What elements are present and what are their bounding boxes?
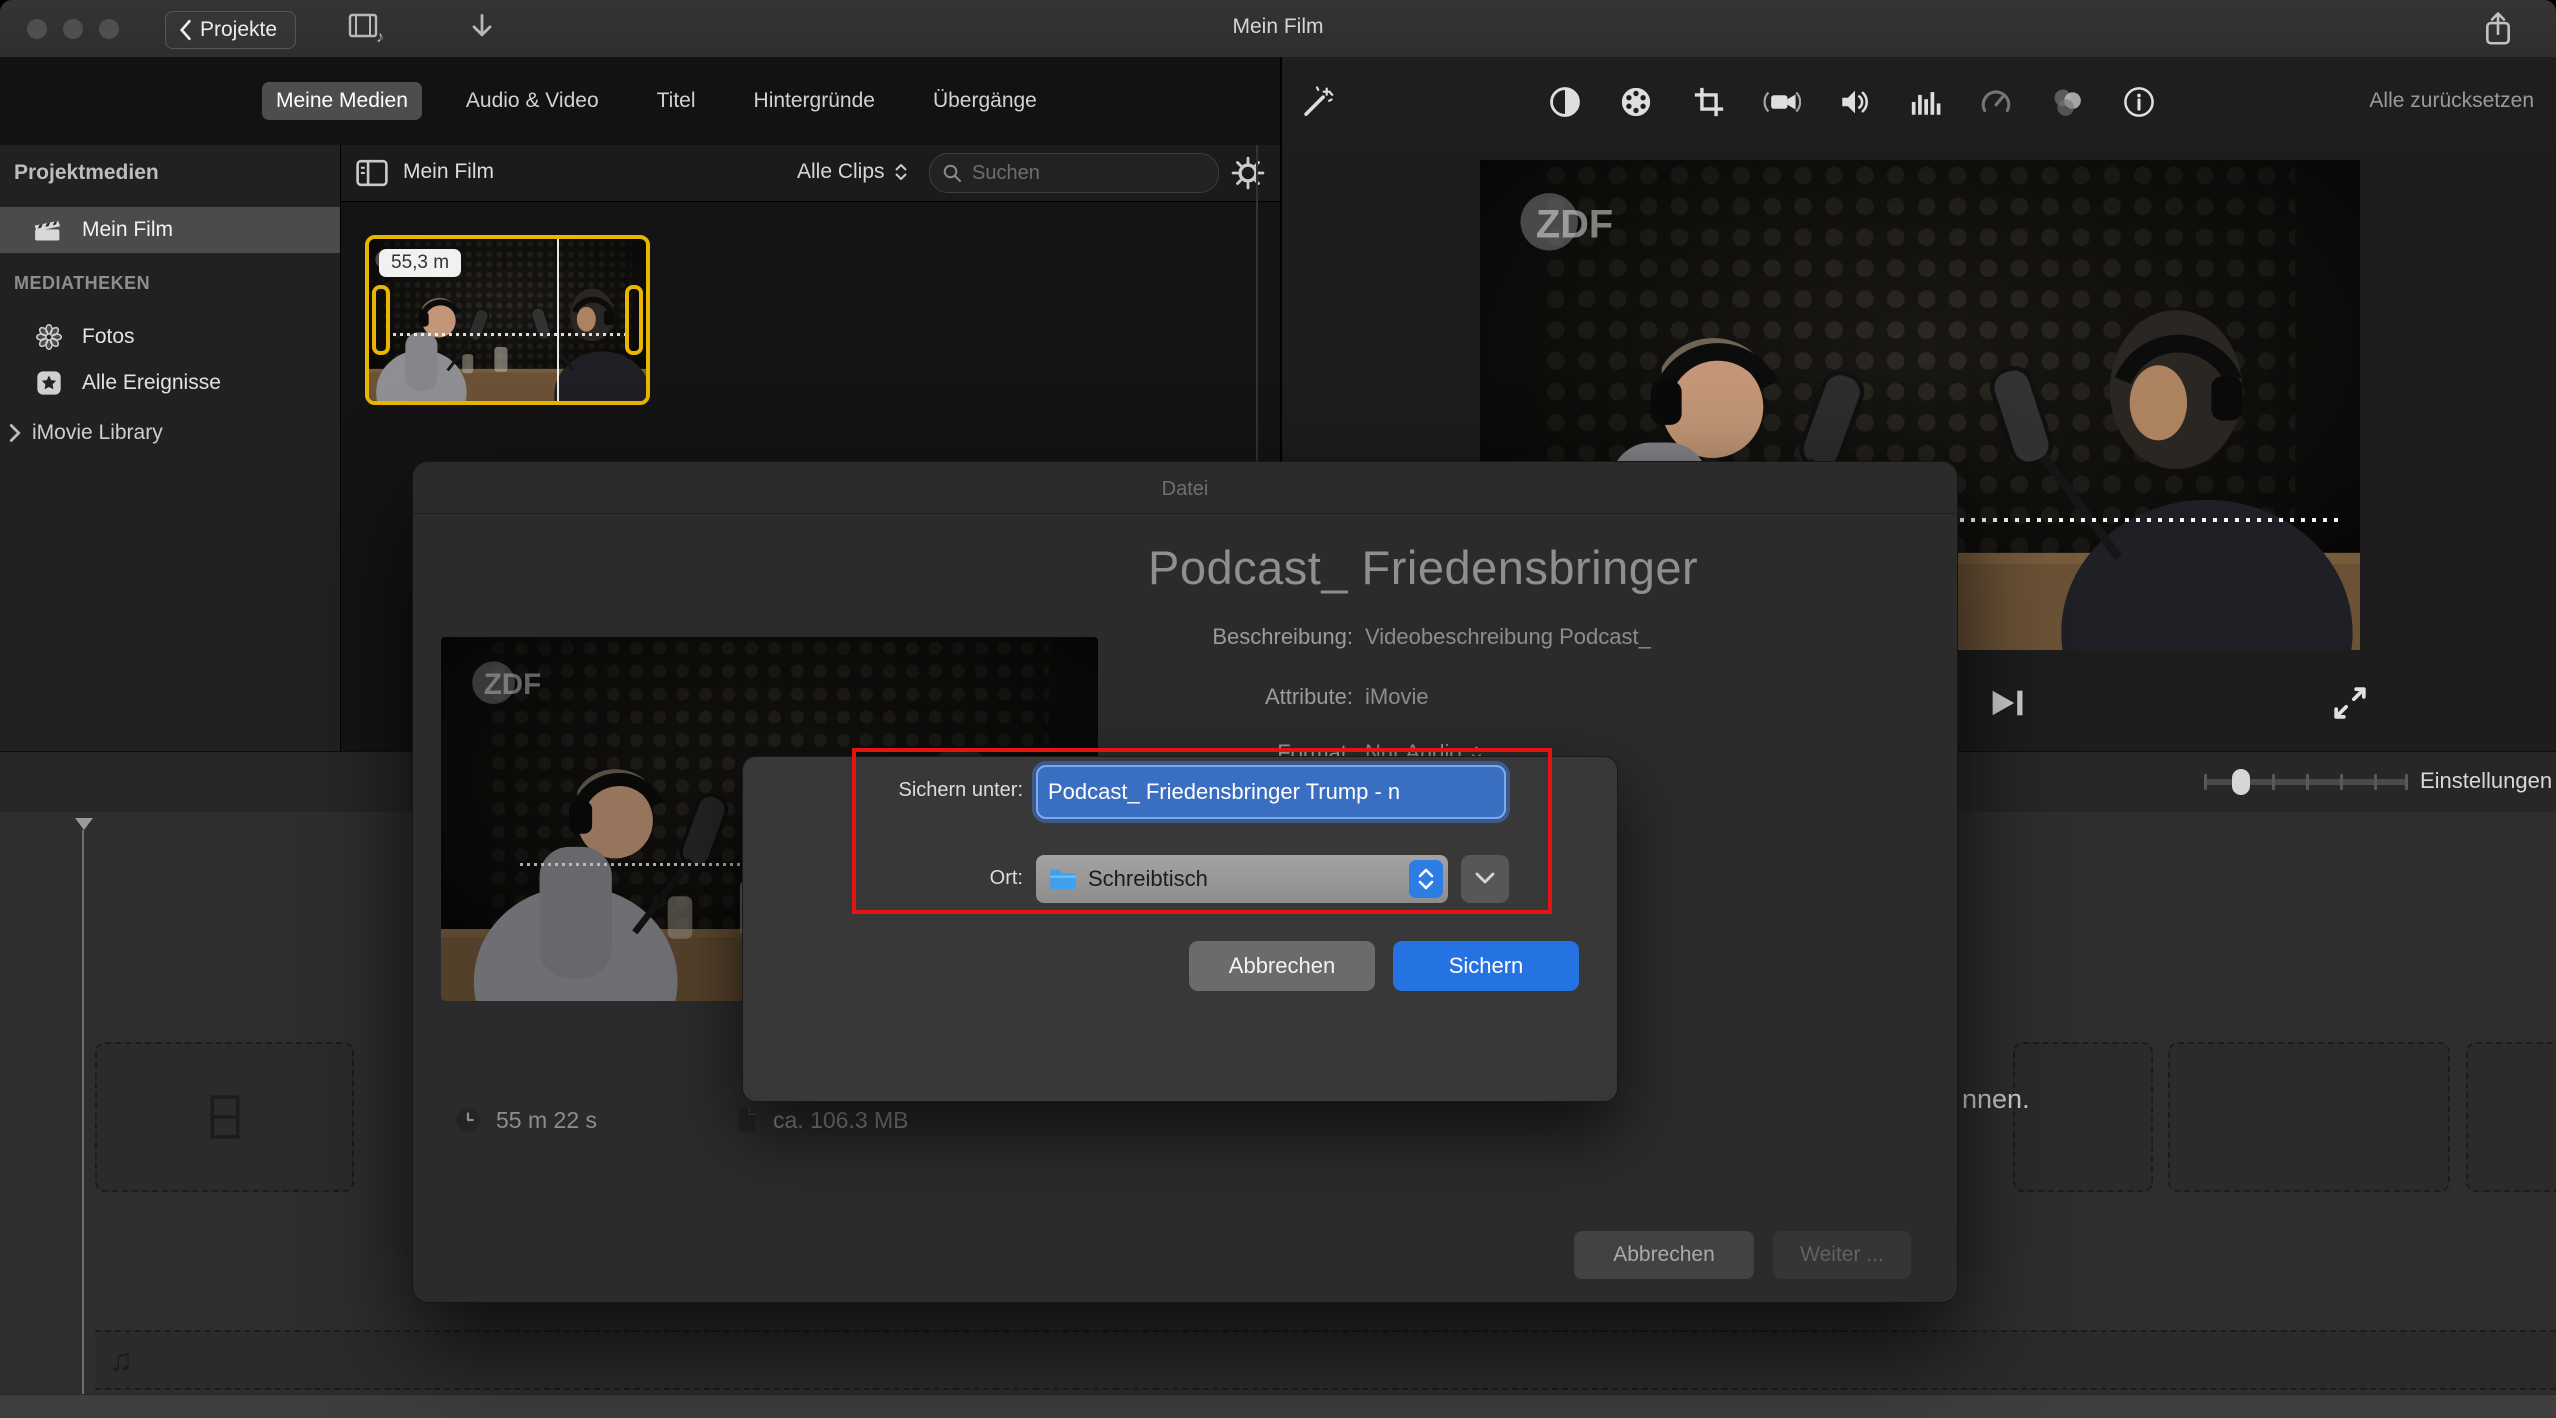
- timeline-zoom-slider[interactable]: [2204, 779, 2408, 785]
- sidebar-item-mein-film[interactable]: Mein Film: [0, 207, 340, 253]
- stabilization-camera-icon[interactable]: [1763, 85, 1801, 119]
- viewer-toolbar: Alle zurücksetzen: [1282, 57, 2556, 146]
- media-browser-header: Mein Film Alle Clips: [341, 145, 1280, 202]
- sidebar-item-label: Mein Film: [82, 218, 173, 242]
- music-note-icon: ♫: [109, 1342, 133, 1379]
- color-wheel-icon[interactable]: [1619, 85, 1653, 119]
- timeline-playhead[interactable]: [75, 818, 93, 830]
- clapperboard-icon: [32, 217, 66, 243]
- sidebar: Projektmedien Mein Film MEDIATHEKEN Foto…: [0, 145, 341, 751]
- sidebar-item-label: iMovie Library: [32, 421, 163, 445]
- speed-icon[interactable]: [1979, 85, 2013, 119]
- export-filesize: ca. 106.3 MB: [773, 1107, 909, 1134]
- clock-icon: [454, 1106, 482, 1134]
- reset-all-button[interactable]: Alle zurücksetzen: [2369, 89, 2534, 113]
- tab-hintergruende[interactable]: Hintergründe: [740, 82, 889, 120]
- sidebar-item-alle-ereignisse[interactable]: Alle Ereignisse: [0, 363, 340, 403]
- imovie-window: Projekte ♪ Mein Film Meine Medien Audio …: [0, 0, 2556, 1418]
- media-tab-bar: Meine Medien Audio & Video Titel Hinterg…: [0, 57, 1280, 146]
- file-icon: [735, 1106, 759, 1134]
- annotation-highlight-rectangle: [852, 748, 1552, 914]
- timeline-settings-button[interactable]: Einstellungen: [2420, 768, 2552, 794]
- color-balance-icon[interactable]: [1548, 85, 1582, 119]
- star-square-icon: [34, 369, 64, 397]
- search-field[interactable]: [929, 153, 1219, 193]
- enhance-wand-icon[interactable]: [1300, 85, 1334, 119]
- search-icon: [942, 163, 962, 183]
- sidebar-item-label: Alle Ereignisse: [82, 371, 221, 395]
- clip-playhead[interactable]: [557, 239, 559, 401]
- attributes-row: Attribute: iMovie: [1013, 684, 1913, 710]
- photos-flower-icon: [34, 323, 64, 351]
- sidebar-toggle-icon[interactable]: [355, 158, 389, 188]
- timeline-hint-text: nnen.: [1962, 1084, 2030, 1115]
- export-project-title: Podcast_ Friedensbringer: [1148, 540, 1948, 595]
- clip-appearance-settings-icon[interactable]: [1231, 156, 1265, 190]
- search-input[interactable]: [970, 161, 1164, 186]
- trim-handle-left[interactable]: [372, 285, 390, 355]
- share-icon[interactable]: [2482, 10, 2514, 48]
- window-title: Mein Film: [0, 15, 2556, 39]
- clip-filter-dropdown[interactable]: Alle Clips: [797, 160, 909, 184]
- clip-placeholder[interactable]: [2013, 1042, 2153, 1192]
- tab-uebergaenge[interactable]: Übergänge: [919, 82, 1051, 120]
- mediatheken-header: MEDIATHEKEN: [14, 273, 150, 294]
- clip-placeholder[interactable]: [2168, 1042, 2450, 1192]
- export-dialog-title: Datei: [413, 478, 1957, 501]
- film-frame-icon: [208, 1094, 242, 1140]
- play-from-start-icon[interactable]: [1988, 685, 2028, 721]
- export-next-button[interactable]: Weiter ...: [1773, 1231, 1911, 1279]
- tab-meine-medien[interactable]: Meine Medien: [262, 82, 422, 120]
- export-cancel-button[interactable]: Abbrechen: [1574, 1231, 1754, 1279]
- description-value[interactable]: Videobeschreibung Podcast_: [1365, 624, 1651, 650]
- timeline-playhead-line: [82, 830, 84, 1394]
- trim-handle-right[interactable]: [625, 285, 643, 355]
- filters-icon[interactable]: [2049, 85, 2085, 119]
- attributes-label: Attribute:: [1013, 684, 1353, 710]
- updown-chevrons-icon: [893, 161, 909, 183]
- export-stats: 55 m 22 s ca. 106.3 MB: [454, 1106, 909, 1134]
- tab-audio-video[interactable]: Audio & Video: [452, 82, 613, 120]
- zoom-slider-thumb[interactable]: [2232, 769, 2250, 795]
- clip-duration-badge: 55,3 m: [379, 249, 461, 277]
- sidebar-item-imovie-library[interactable]: iMovie Library: [8, 421, 163, 445]
- description-row: Beschreibung: Videobeschreibung Podcast_: [1013, 624, 1913, 650]
- sidebar-item-label: Fotos: [82, 325, 135, 349]
- clip-placeholder[interactable]: [2466, 1042, 2556, 1192]
- equalizer-bars-icon[interactable]: [1909, 85, 1943, 119]
- clip-filter-label: Alle Clips: [797, 160, 885, 184]
- disclosure-right-icon: [8, 423, 22, 443]
- dialog-separator: [413, 513, 1957, 514]
- volume-icon[interactable]: [1838, 85, 1872, 119]
- fullscreen-icon[interactable]: [2330, 683, 2370, 723]
- media-pane-title: Mein Film: [403, 160, 494, 184]
- video-drop-zone[interactable]: [95, 1042, 354, 1192]
- sidebar-item-fotos[interactable]: Fotos: [0, 317, 340, 357]
- project-media-header: Projektmedien: [14, 161, 159, 185]
- description-label: Beschreibung:: [1013, 624, 1353, 650]
- export-duration: 55 m 22 s: [496, 1107, 597, 1134]
- background-music-well[interactable]: ♫: [95, 1330, 2556, 1390]
- info-icon[interactable]: [2122, 85, 2156, 119]
- crop-icon[interactable]: [1692, 85, 1726, 119]
- clip-waveform: [386, 333, 630, 336]
- sheet-cancel-button[interactable]: Abbrechen: [1189, 941, 1375, 991]
- project-clip-thumbnail[interactable]: 55,3 m: [365, 235, 650, 405]
- sheet-save-button[interactable]: Sichern: [1393, 941, 1579, 991]
- attributes-value: iMovie: [1365, 684, 1429, 710]
- window-bottom-bar: [0, 1394, 2556, 1418]
- titlebar: Projekte ♪ Mein Film: [0, 0, 2556, 58]
- tab-titel[interactable]: Titel: [643, 82, 710, 120]
